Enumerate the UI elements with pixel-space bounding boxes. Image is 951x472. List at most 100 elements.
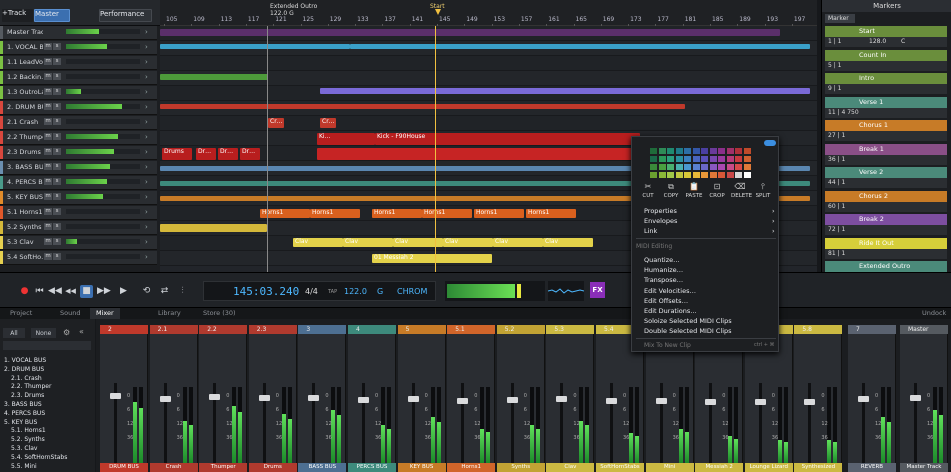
track-volume-meter[interactable] (66, 74, 140, 79)
time-signature[interactable]: 4/4 (305, 287, 318, 296)
marker-item[interactable]: Count In 5 | 1 (825, 49, 947, 72)
midi-menu-item[interactable]: Humanize… (644, 266, 683, 274)
track-header[interactable]: 5.3 Clav m s › (0, 236, 157, 250)
fader-knob[interactable] (655, 397, 667, 404)
midi-menu-item[interactable]: Edit Velocities… (644, 287, 696, 295)
color-swatch[interactable] (692, 156, 700, 162)
fader-knob[interactable] (858, 395, 869, 402)
horns-clip[interactable]: Horns1 (474, 209, 524, 218)
expand-icon[interactable]: › (145, 43, 148, 51)
key-value[interactable]: G (377, 287, 383, 296)
tempo-value[interactable]: 122.0 (344, 287, 367, 296)
mute-button[interactable]: m (44, 103, 52, 110)
marker-tab[interactable]: Marker (825, 14, 855, 23)
marker-item[interactable]: Intro 9 | 1 (825, 73, 947, 95)
marker-item[interactable]: Start 1 | 1 128.0 C (825, 26, 947, 48)
record-button[interactable]: ● (18, 285, 31, 298)
track-header[interactable]: 5.1 Horns1 m s › (0, 206, 157, 220)
master-button[interactable]: Master (34, 9, 70, 22)
expand-icon[interactable]: › (145, 238, 148, 246)
track-volume-meter[interactable] (66, 89, 140, 94)
drums-clip[interactable]: Dr… (196, 148, 216, 160)
drums-pattern-clip[interactable] (317, 148, 657, 160)
track-lane[interactable] (160, 116, 817, 131)
skip-back-button[interactable]: ⏮ (33, 285, 46, 298)
track-volume-meter[interactable] (66, 179, 140, 184)
track-header[interactable]: 5. KEY BUS m s › (0, 191, 157, 205)
color-swatch[interactable] (743, 148, 751, 154)
fader-knob[interactable] (754, 399, 766, 406)
rewind-fast-button[interactable]: ◀◀ (64, 285, 77, 298)
color-swatch[interactable] (650, 156, 657, 162)
track-header[interactable]: 2.1 Crash m s › (0, 116, 157, 130)
mixer-icon[interactable]: ⫶ (176, 285, 189, 298)
mute-button[interactable]: m (44, 58, 52, 65)
color-swatch[interactable] (658, 156, 666, 162)
expand-icon[interactable]: › (145, 103, 148, 111)
browser-item[interactable]: 2.2. Thumper (11, 383, 51, 390)
mute-button[interactable]: m (44, 88, 52, 95)
track-volume-meter[interactable] (66, 194, 140, 199)
fader-knob[interactable] (804, 399, 816, 406)
select-all-button[interactable]: All (3, 328, 25, 338)
color-swatch[interactable] (709, 172, 717, 178)
browser-item[interactable]: 5. KEY BUS (4, 419, 37, 426)
backing-vocal-clip[interactable] (160, 74, 268, 80)
browser-item[interactable]: 2.1. Crash (11, 375, 42, 382)
mute-button[interactable]: m (44, 133, 52, 140)
browser-item[interactable]: 1. VOCAL BUS (4, 357, 46, 364)
solo-button[interactable]: s (53, 163, 61, 170)
color-swatch[interactable] (658, 148, 666, 154)
track-header[interactable]: 1.1 LeadVo…ms › (0, 56, 157, 70)
mute-button[interactable]: m (44, 118, 52, 125)
midi-menu-item[interactable]: Edit Offsets… (644, 297, 688, 305)
horns-clip[interactable]: Horns1 (310, 209, 360, 218)
vocal-bus-clip[interactable] (160, 44, 350, 49)
master-clip[interactable] (160, 29, 780, 36)
loop-icon[interactable]: ⟲ (140, 285, 153, 298)
midi-menu-item[interactable]: Quantize… (644, 256, 680, 264)
track-volume-meter[interactable] (66, 104, 140, 109)
fader-track[interactable] (163, 383, 167, 463)
color-swatch[interactable] (692, 172, 700, 178)
color-swatch[interactable] (650, 172, 657, 178)
marker-item[interactable]: Verse 1 11 | 4 750 (825, 96, 947, 119)
clav-clip[interactable]: Clav (293, 238, 343, 247)
color-swatch[interactable] (726, 148, 734, 154)
track-volume-meter[interactable] (66, 149, 140, 154)
fader-knob[interactable] (358, 397, 369, 403)
punch-icon[interactable]: ⇄ (158, 285, 171, 298)
edit-copy-button[interactable]: ⧉ COPY (662, 182, 680, 202)
scale-value[interactable]: CHROM (397, 287, 427, 296)
color-swatch[interactable] (684, 172, 691, 178)
color-swatch[interactable] (667, 172, 674, 178)
color-swatch[interactable] (701, 156, 708, 162)
mute-button[interactable]: m (44, 208, 52, 215)
fader-knob[interactable] (209, 394, 221, 400)
fast-forward-button[interactable]: ▶▶ (97, 285, 111, 298)
browser-item[interactable]: 4. PERCS BUS (4, 410, 45, 417)
fader-knob[interactable] (110, 393, 121, 400)
mute-button[interactable]: m (44, 163, 52, 170)
solo-button[interactable]: s (53, 73, 61, 80)
color-swatch[interactable] (692, 148, 700, 154)
marker-item[interactable]: Verse 2 44 | 1 (825, 167, 947, 189)
fader-knob[interactable] (258, 395, 270, 402)
track-volume-meter[interactable] (66, 164, 140, 169)
color-swatch[interactable] (701, 172, 708, 178)
color-swatch[interactable] (735, 148, 742, 154)
menu-item-envelopes[interactable]: Envelopes (644, 217, 677, 225)
color-swatch[interactable] (675, 156, 683, 162)
browser-item[interactable]: 5.2. Synths (11, 436, 45, 443)
solo-button[interactable]: s (53, 58, 61, 65)
tab-sound[interactable]: Sound (54, 308, 86, 319)
horns-clip[interactable]: Horns1 (526, 209, 576, 218)
color-swatch[interactable] (718, 156, 725, 162)
fader-knob[interactable] (159, 396, 171, 403)
clav-clip[interactable]: Clav (343, 238, 393, 247)
fader-knob[interactable] (506, 397, 518, 403)
fader-track[interactable] (659, 383, 663, 463)
fader-knob[interactable] (606, 398, 617, 405)
color-swatch[interactable] (658, 164, 666, 170)
color-swatch[interactable] (735, 164, 742, 170)
